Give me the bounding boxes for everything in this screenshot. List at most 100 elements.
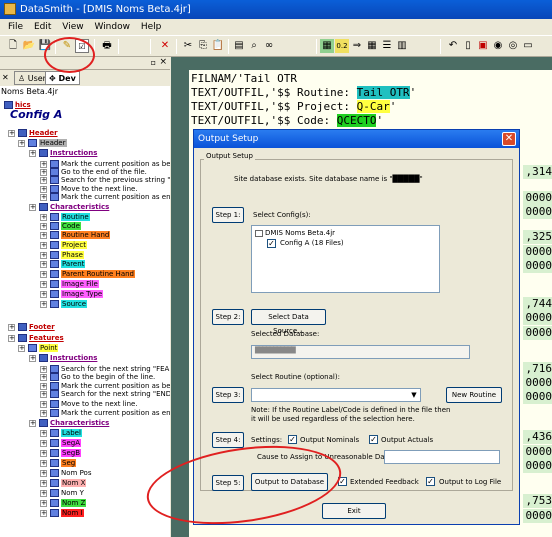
chevron-down-icon[interactable]: ▼ (409, 390, 419, 400)
expand-icon[interactable]: + (29, 420, 36, 427)
tree-root[interactable]: Noms Beta.4jr (1, 87, 58, 97)
expand-icon[interactable]: + (40, 490, 47, 497)
expand-icon[interactable]: + (40, 291, 47, 298)
chart-icon[interactable]: ▣ (476, 39, 490, 53)
open-folder-icon[interactable]: 📂 (22, 39, 36, 53)
step4-button[interactable]: Step 4: (212, 432, 244, 448)
expand-icon[interactable]: + (40, 252, 47, 259)
binoculars-icon[interactable]: ∞ (262, 39, 276, 53)
tree-item[interactable]: + Header (8, 128, 58, 138)
tree-item[interactable]: + Image Type (40, 289, 104, 299)
tree-item[interactable]: + Characteristics (29, 202, 109, 212)
expand-icon[interactable]: + (40, 460, 47, 467)
panel-close-icon[interactable]: × (159, 57, 167, 67)
expand-icon[interactable]: + (40, 232, 47, 239)
expand-icon[interactable]: + (40, 450, 47, 457)
expand-icon[interactable]: + (40, 510, 47, 517)
record-icon[interactable]: ◉ (491, 39, 505, 53)
exit-button[interactable]: Exit (322, 503, 386, 519)
save-icon[interactable]: 💾 (38, 39, 52, 53)
expand-icon[interactable]: + (40, 177, 47, 184)
wizard-icon[interactable]: ✎ (60, 39, 74, 53)
tree-item[interactable]: + Seg (40, 458, 77, 468)
menu-file[interactable]: File (0, 19, 27, 35)
config-root-item[interactable]: DMIS Noms Beta.4jr (255, 229, 335, 237)
tree-item[interactable]: + Header (18, 138, 67, 148)
tree-item[interactable]: hics (4, 100, 31, 110)
export-icon[interactable]: ▭ (521, 39, 535, 53)
expand-icon[interactable]: + (40, 480, 47, 487)
expand-icon[interactable]: + (8, 324, 15, 331)
menu-view[interactable]: View (58, 19, 87, 35)
expand-icon[interactable]: + (40, 214, 47, 221)
tree-item[interactable]: + SegA (40, 438, 81, 448)
expand-icon[interactable]: + (40, 500, 47, 507)
expand-icon[interactable]: + (40, 410, 47, 417)
expand-icon[interactable]: + (40, 261, 47, 268)
tree-item[interactable]: + Mark the current position as end (40, 408, 170, 418)
expand-icon[interactable]: + (18, 345, 25, 352)
select-data-source-button[interactable]: Select Data Source... (251, 309, 326, 335)
expand-icon[interactable]: + (40, 391, 47, 398)
panel-pin-icon[interactable]: ▫ (151, 58, 156, 67)
close-icon[interactable]: ✕ (502, 132, 516, 146)
expand-icon[interactable]: + (40, 194, 47, 201)
document-icon[interactable]: ▯ (461, 39, 475, 53)
output-nominals-checkbox[interactable]: ✓ (288, 435, 297, 444)
unreasonable-data-input[interactable] (384, 450, 500, 464)
tree-item[interactable]: + Search for the next string "END (40, 389, 170, 399)
expand-icon[interactable]: + (40, 374, 47, 381)
routine-select[interactable]: ▼ (251, 388, 421, 402)
expand-icon[interactable]: + (40, 470, 47, 477)
expand-icon[interactable]: + (8, 335, 15, 342)
expand-icon[interactable]: + (29, 355, 36, 362)
paste-icon[interactable]: 📋 (211, 39, 225, 53)
cut-icon[interactable]: ✂ (181, 39, 195, 53)
expand-icon[interactable]: + (29, 150, 36, 157)
expand-icon[interactable]: + (40, 271, 47, 278)
properties-icon[interactable]: ▤ (232, 39, 246, 53)
tab-dev[interactable]: ✥ Dev (45, 71, 80, 85)
expand-icon[interactable]: + (40, 223, 47, 230)
tree-item[interactable]: + Point (18, 343, 59, 353)
tree-item[interactable]: + Nom X (40, 478, 87, 488)
tree-item[interactable]: + Footer (8, 322, 55, 332)
tree-item[interactable]: + Instructions (29, 148, 97, 158)
delete-icon[interactable]: ✕ (158, 39, 172, 53)
tree-item[interactable]: + Label (40, 428, 82, 438)
checklist-icon[interactable]: ☑ (75, 39, 89, 53)
config-a-checkbox[interactable]: ✓ (267, 239, 276, 248)
copy-icon[interactable]: ⎘ (196, 39, 210, 53)
config-list[interactable]: DMIS Noms Beta.4jr ✓ Config A (18 Files) (251, 225, 440, 293)
expand-icon[interactable]: + (40, 301, 47, 308)
expand-icon[interactable]: + (40, 401, 47, 408)
tree-item[interactable]: + Image File (40, 279, 99, 289)
new-routine-button[interactable]: New Routine (446, 387, 502, 403)
expand-icon[interactable]: + (18, 140, 25, 147)
expand-icon[interactable]: + (29, 204, 36, 211)
tree-item[interactable]: + Nom Pos (40, 468, 91, 478)
new-file-icon[interactable]: 🗋 (6, 39, 20, 53)
back-icon[interactable]: ↶ (446, 39, 460, 53)
output-to-database-button[interactable]: Output to Database (251, 473, 328, 491)
step5-button[interactable]: Step 5: (212, 475, 244, 491)
list-icon[interactable]: ☰ (380, 39, 394, 53)
tree-item[interactable]: + Parent Routine Hand (40, 269, 135, 279)
tree-item[interactable]: + Instructions (29, 353, 97, 363)
step1-button[interactable]: Step 1: (212, 207, 244, 223)
expand-icon[interactable]: + (40, 440, 47, 447)
step3-button[interactable]: Step 3: (212, 387, 244, 403)
tree-item[interactable]: + Mark the current position as end (40, 192, 170, 202)
extended-feedback-checkbox[interactable]: ✓ (338, 477, 347, 486)
expand-icon[interactable]: + (8, 130, 15, 137)
tree-item[interactable]: + Nom Y (40, 488, 84, 498)
tree-item[interactable]: + Nom Z (40, 498, 87, 508)
arrow-right-icon[interactable]: ⇒ (350, 39, 364, 53)
menu-help[interactable]: Help (137, 19, 166, 35)
expand-icon[interactable]: + (40, 281, 47, 288)
expand-icon[interactable]: + (40, 242, 47, 249)
print-icon[interactable]: 🖶 (100, 39, 114, 53)
grid-icon[interactable]: ▦ (365, 39, 379, 53)
menu-edit[interactable]: Edit (30, 19, 55, 35)
tree-item[interactable]: + Features (8, 333, 64, 343)
